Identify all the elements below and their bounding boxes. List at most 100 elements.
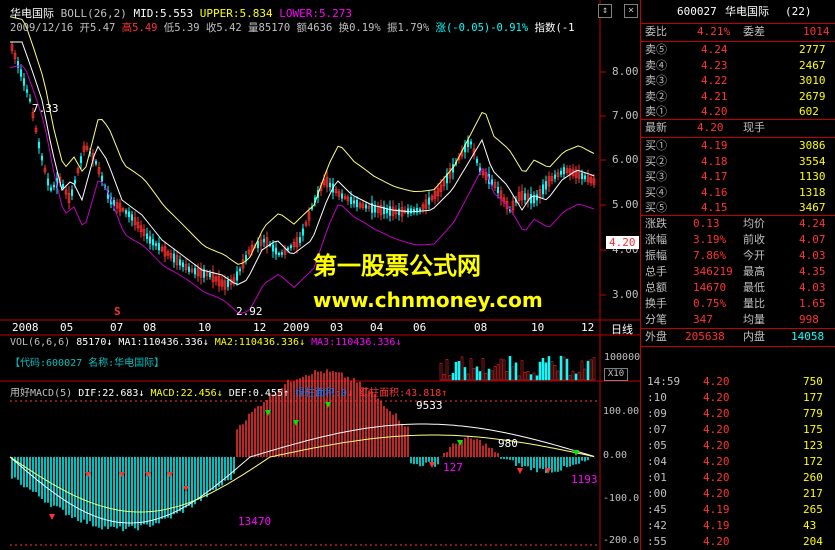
candle-body	[38, 141, 40, 149]
vol-axis-top: 100000	[604, 352, 641, 363]
period-label[interactable]: 日线	[611, 321, 633, 337]
stat-row: 总手 346219 最高 4.35	[641, 264, 835, 280]
tick-price: 4.20	[703, 375, 730, 388]
volume-bar	[523, 371, 527, 381]
date-axis-tick: 10	[198, 321, 212, 334]
candle-body	[584, 175, 586, 180]
vol-label: VOL(6,6,6)	[10, 337, 71, 348]
tick-time: :01	[647, 471, 667, 484]
tick-price: 4.20	[703, 423, 730, 436]
stat-label: 均量	[743, 313, 765, 326]
stat-value: 3.19%	[693, 233, 727, 246]
low-price-annotation: 2.92	[236, 305, 263, 318]
tick-time: :09	[647, 407, 667, 420]
macd-value: MACD:22.456	[150, 388, 217, 399]
date-axis-tick: 12	[253, 321, 267, 334]
tick-row: 14:59 4.20 750	[641, 374, 835, 390]
date-axis-tick: 2009	[283, 321, 310, 334]
up-down-icon[interactable]: ↕	[598, 4, 612, 18]
close-icon[interactable]: ×	[624, 4, 638, 18]
date-axis-tick: 07	[110, 321, 124, 334]
volume-bar	[529, 374, 533, 381]
candle-body	[476, 158, 478, 164]
volume-bar	[469, 358, 473, 381]
sells-volume: 602	[799, 105, 819, 118]
waipan-row: 外盘 205638 内盘 14058	[645, 330, 825, 343]
quote-code: 600027	[677, 5, 717, 18]
high-price-annotation: 7.33	[32, 102, 59, 115]
volume-bar	[592, 357, 596, 381]
volume-bar	[565, 358, 569, 381]
price-axis-tick: 5.00	[612, 198, 639, 211]
candle-body	[194, 268, 196, 275]
macd-axis-tick: 0.00	[603, 450, 628, 461]
volume-bar	[451, 372, 455, 381]
buys-label: 买③	[645, 170, 667, 183]
macd-label[interactable]: 用好MACD(5)	[10, 388, 72, 399]
buys-volume: 3086	[799, 139, 826, 152]
stat-label: 振幅	[645, 249, 667, 262]
tick-time: :42	[647, 519, 667, 532]
candle-body	[563, 167, 565, 175]
tick-volume: 123	[803, 439, 823, 452]
sells-volume: 3010	[799, 74, 826, 87]
tick-row: :10 4.20 177	[641, 390, 835, 406]
volume-bar	[511, 366, 515, 381]
candle-body	[560, 170, 562, 175]
candle-body	[533, 196, 535, 204]
index-label[interactable]: 指数(-1	[535, 22, 575, 34]
volume-bar	[550, 361, 554, 381]
sells-row: 卖⑤ 4.24 2777	[641, 42, 835, 58]
candle-body	[530, 193, 532, 204]
chart-area[interactable]: 华电国际 BOLL(26,2) MID:5.553 UPPER:5.834 LO…	[0, 0, 640, 550]
macd-val-127: 127	[443, 461, 463, 474]
sells-label: 卖③	[645, 74, 667, 87]
vol-unit-button[interactable]: X10	[604, 368, 628, 381]
volume-bar	[448, 375, 452, 381]
bar-volume: 量85170	[248, 22, 291, 34]
candle-body	[50, 187, 52, 191]
candle-body	[29, 98, 31, 102]
stat-label: 总手	[645, 265, 667, 278]
price-axis-tick: 8.00	[612, 65, 639, 78]
indicator-name[interactable]: BOLL(26,2)	[61, 7, 127, 20]
vol-ma3: MA3:110436.336	[311, 337, 396, 348]
volume-bar	[574, 373, 578, 381]
volume-bar	[553, 365, 557, 381]
macd-green-area: 绿柱面积:0	[295, 388, 348, 399]
candle-body	[227, 280, 229, 287]
buys-price: 4.16	[701, 185, 728, 199]
candle-body	[95, 160, 97, 165]
sells-price: 4.22	[701, 74, 728, 87]
candle-body	[275, 247, 277, 255]
volume-header: VOL(6,6,6) 85170↓ MA1:110436.336↓ MA2:11…	[10, 337, 402, 348]
volume-bar	[463, 367, 467, 381]
boll-lower-line	[9, 64, 595, 314]
macd-red-area: 红柱面积:43.818	[359, 388, 442, 399]
tick-volume: 779	[803, 407, 823, 420]
volume-bar	[460, 356, 464, 381]
candle-body	[158, 243, 160, 251]
tick-time: :00	[647, 487, 667, 500]
price-axis-tick: 7.00	[612, 109, 639, 122]
volume-bar	[583, 368, 587, 381]
boll-mid: MID:5.553	[133, 7, 194, 20]
date-axis-tick: 2008	[12, 321, 39, 334]
candle-body	[356, 199, 358, 208]
stat-value: 7.86%	[693, 249, 727, 262]
sells-label: 卖④	[645, 58, 667, 72]
sell-signal-mark: S	[114, 305, 121, 318]
candle-body	[62, 183, 64, 189]
volume-bar	[580, 360, 584, 381]
candle-body	[128, 211, 130, 218]
stat-value: 14670	[693, 281, 727, 294]
stat-value: 998	[799, 313, 819, 326]
tick-time: :45	[647, 503, 667, 516]
volume-bar	[439, 362, 443, 381]
candle-body	[545, 181, 547, 190]
date-axis-tick: 08	[143, 321, 157, 334]
vol-value: 85170	[76, 337, 107, 348]
watermark-title: 第一股票公式网	[313, 252, 481, 280]
volume-bar	[499, 358, 503, 381]
candle-body	[53, 184, 55, 188]
